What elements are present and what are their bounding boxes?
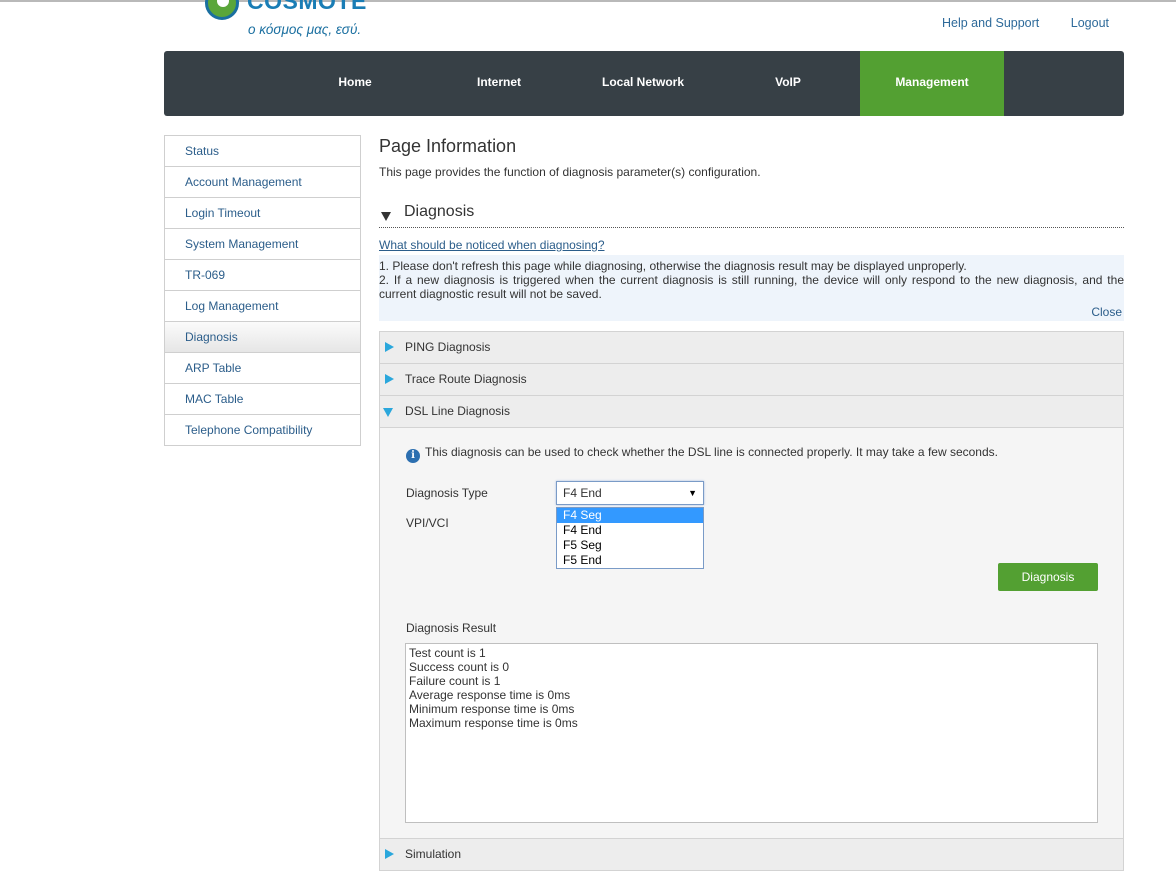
expand-triangle-icon (385, 849, 394, 859)
dsl-diagnosis-body: i This diagnosis can be used to check whe… (380, 428, 1123, 839)
sidebar-item-login-timeout[interactable]: Login Timeout (165, 198, 360, 229)
notice-close-link[interactable]: Close (1091, 305, 1122, 319)
diagnosis-type-select[interactable]: F4 End ▼ (556, 481, 704, 505)
nav-local-network[interactable]: Local Network (571, 51, 715, 116)
dsl-info-label: This diagnosis can be used to check whet… (425, 445, 998, 459)
nav-management[interactable]: Management (860, 51, 1004, 116)
sidebar-item-status[interactable]: Status (165, 136, 360, 167)
dropdown-option-f4-end[interactable]: F4 End (557, 523, 703, 538)
vpi-vci-label: VPI/VCI (406, 516, 449, 530)
accordion-label: Trace Route Diagnosis (405, 372, 527, 386)
page-title: Page Information (379, 136, 517, 156)
dropdown-option-f5-seg[interactable]: F5 Seg (557, 538, 703, 553)
diagnosis-type-value: F4 End (563, 486, 602, 500)
notice-line: 2. If a new diagnosis is triggered when … (379, 273, 1124, 301)
info-icon: i (406, 449, 420, 463)
nav-voip[interactable]: VoIP (716, 51, 860, 116)
accordion-label: PING Diagnosis (405, 340, 491, 354)
diagnosis-result-label: Diagnosis Result (406, 621, 497, 635)
diagnosis-button[interactable]: Diagnosis (998, 563, 1098, 591)
sidebar: Status Account Management Login Timeout … (164, 135, 361, 446)
notice-link[interactable]: What should be noticed when diagnosing? (379, 238, 1124, 252)
accordion-label: Simulation (405, 847, 462, 861)
diagnosis-section-header[interactable]: Diagnosis (379, 203, 1124, 228)
top-links: Help and Support Logout (914, 16, 1109, 30)
collapse-triangle-icon (383, 408, 393, 417)
window-top-border (0, 0, 1176, 2)
simulation-header[interactable]: Simulation (380, 839, 1123, 870)
section-title: Diagnosis (404, 203, 475, 220)
diagnosis-type-dropdown: F4 Seg F4 End F5 Seg F5 End (556, 507, 704, 569)
dropdown-option-f5-end[interactable]: F5 End (557, 553, 703, 568)
result-line: Test count is 1 (409, 646, 486, 660)
ping-diagnosis-header[interactable]: PING Diagnosis (380, 332, 1123, 364)
help-support-link[interactable]: Help and Support (942, 16, 1039, 30)
result-line: Average response time is 0ms (409, 688, 571, 702)
diagnosis-accordion: PING Diagnosis Trace Route Diagnosis DSL… (379, 331, 1124, 871)
main-content: Page Information This page provides the … (379, 135, 1124, 871)
sidebar-item-system-management[interactable]: System Management (165, 229, 360, 260)
page-description: This page provides the function of diagn… (379, 165, 761, 179)
sidebar-item-mac-table[interactable]: MAC Table (165, 384, 360, 415)
sidebar-item-telephone-compatibility[interactable]: Telephone Compatibility (165, 415, 360, 446)
sidebar-item-account-management[interactable]: Account Management (165, 167, 360, 198)
result-line: Failure count is 1 (409, 674, 501, 688)
expand-triangle-icon (385, 342, 394, 352)
collapse-triangle-icon (381, 212, 391, 221)
sidebar-item-diagnosis[interactable]: Diagnosis (165, 322, 360, 353)
expand-triangle-icon (385, 374, 394, 384)
result-line: Minimum response time is 0ms (409, 702, 575, 716)
diagnosis-result-textarea[interactable]: Test count is 1 Success count is 0 Failu… (405, 643, 1098, 823)
brand-logo[interactable]: COSMOTE ο κόσμος μας, εσύ. (205, 0, 405, 44)
trace-route-diagnosis-header[interactable]: Trace Route Diagnosis (380, 364, 1123, 396)
notice-line: 1. Please don't refresh this page while … (379, 259, 967, 273)
nav-home[interactable]: Home (283, 51, 427, 116)
dsl-info-text: i This diagnosis can be used to check whe… (406, 445, 998, 463)
diagnosis-type-label: Diagnosis Type (406, 486, 488, 500)
brand-tagline: ο κόσμος μας, εσύ. (248, 22, 362, 37)
result-line: Success count is 0 (409, 660, 510, 674)
dropdown-arrow-icon: ▼ (688, 488, 697, 498)
main-nav: Home Internet Local Network VoIP Managem… (164, 51, 1124, 116)
notice-box: 1. Please don't refresh this page while … (379, 255, 1124, 321)
sidebar-item-tr069[interactable]: TR-069 (165, 260, 360, 291)
sidebar-item-log-management[interactable]: Log Management (165, 291, 360, 322)
dropdown-option-f4-seg[interactable]: F4 Seg (557, 508, 703, 523)
logout-link[interactable]: Logout (1071, 16, 1109, 30)
brand-name: COSMOTE (247, 0, 367, 14)
dsl-line-diagnosis-header[interactable]: DSL Line Diagnosis (380, 396, 1123, 428)
sidebar-item-arp-table[interactable]: ARP Table (165, 353, 360, 384)
result-line: Maximum response time is 0ms (409, 716, 578, 730)
logo-icon (205, 0, 239, 20)
nav-internet[interactable]: Internet (427, 51, 571, 116)
accordion-label: DSL Line Diagnosis (405, 404, 510, 418)
